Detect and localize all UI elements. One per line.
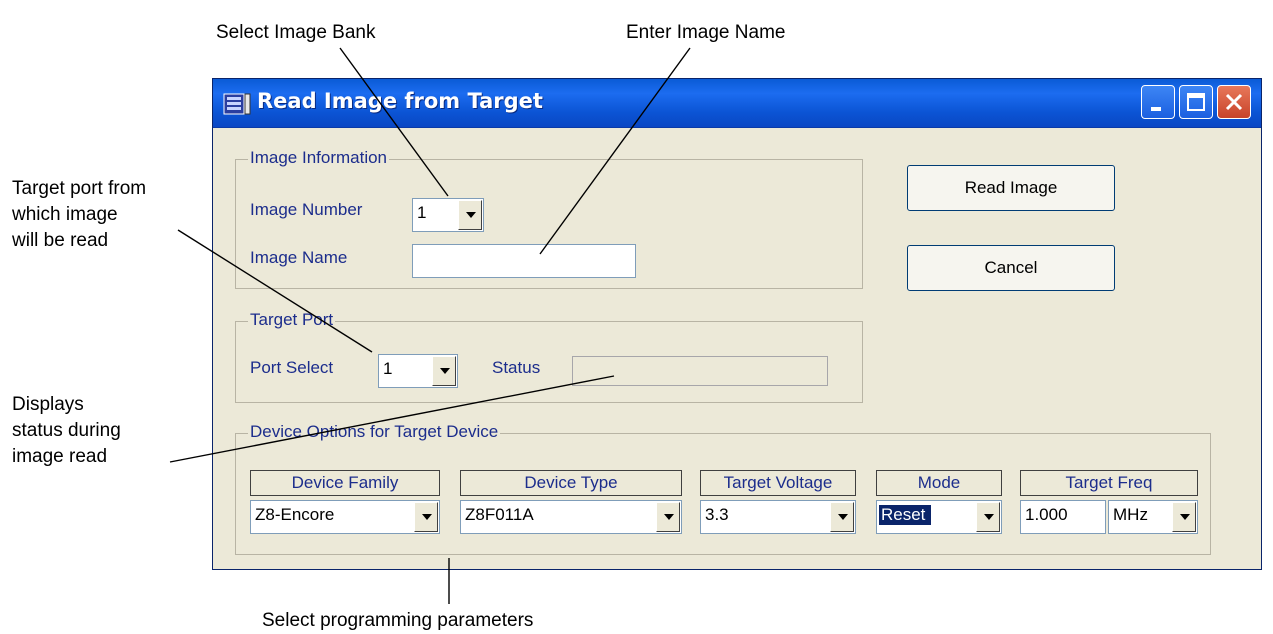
target-freq-value: 1.000 [1025,505,1068,524]
device-options-group: Device Options for Target Device Device … [235,422,1211,555]
image-information-group: Image Information Image Number 1 Image N… [235,148,863,289]
port-select[interactable]: 1 [378,354,458,388]
mode-value: Reset [879,505,932,525]
device-type-header: Device Type [460,470,682,496]
target-freq-input[interactable]: 1.000 [1020,500,1106,534]
image-name-label: Image Name [250,248,348,267]
chevron-down-icon[interactable] [656,502,680,532]
image-name-input[interactable] [412,244,636,278]
callout-target-port: Target port from which image will be rea… [12,176,212,254]
image-number-value: 1 [417,203,427,222]
read-image-dialog: Read Image from Target Image Information… [212,78,1262,570]
target-freq-header: Target Freq [1020,470,1198,496]
maximize-icon [1187,93,1205,111]
freq-unit-select[interactable]: MHz [1108,500,1198,534]
port-select-label: Port Select [250,358,334,377]
port-select-value: 1 [383,359,393,378]
callout-target-port-line: Target port from [12,178,147,199]
callout-status-line: image read [12,446,108,467]
read-image-button[interactable]: Read Image [907,165,1115,211]
minimize-button[interactable] [1141,85,1175,119]
device-family-value: Z8-Encore [255,505,335,524]
group-label: Target Port [248,310,336,330]
image-number-select[interactable]: 1 [412,198,484,232]
freq-unit-value: MHz [1113,505,1148,524]
title-bar[interactable]: Read Image from Target [213,79,1261,128]
callout-status: Displays status during image read [12,392,192,470]
chevron-down-icon[interactable] [414,502,438,532]
minimize-icon [1151,107,1161,111]
callout-programming-parameters: Select programming parameters [262,610,534,631]
close-button[interactable] [1217,85,1251,119]
callout-enter-image-name: Enter Image Name [626,22,786,43]
chevron-down-icon[interactable] [830,502,854,532]
cancel-label: Cancel [984,258,1038,277]
mode-header: Mode [876,470,1002,496]
callout-status-line: status during [12,420,121,441]
device-family-select[interactable]: Z8-Encore [250,500,440,534]
target-voltage-header: Target Voltage [700,470,856,496]
callout-status-line: Displays [12,394,84,415]
callout-target-port-line: will be read [12,230,109,251]
close-icon [1225,93,1243,111]
target-voltage-value: 3.3 [705,505,729,524]
target-voltage-select[interactable]: 3.3 [700,500,856,534]
window-title: Read Image from Target [257,89,543,113]
maximize-button[interactable] [1179,85,1213,119]
callout-select-image-bank: Select Image Bank [216,22,376,43]
app-icon [223,93,251,115]
device-type-select[interactable]: Z8F011A [460,500,682,534]
chevron-down-icon[interactable] [1172,502,1196,532]
device-type-value: Z8F011A [465,505,534,524]
callout-target-port-line: which image [12,204,118,225]
chevron-down-icon[interactable] [432,356,456,386]
target-port-group: Target Port Port Select 1 Status [235,310,863,403]
image-number-label: Image Number [250,200,363,219]
read-image-label: Read Image [964,178,1058,197]
chevron-down-icon[interactable] [458,200,482,230]
status-field [572,356,828,386]
mode-select[interactable]: Reset [876,500,1002,534]
group-label: Device Options for Target Device [248,422,501,442]
chevron-down-icon[interactable] [976,502,1000,532]
device-family-header: Device Family [250,470,440,496]
cancel-button[interactable]: Cancel [907,245,1115,291]
group-label: Image Information [248,148,390,168]
status-label: Status [492,358,541,377]
